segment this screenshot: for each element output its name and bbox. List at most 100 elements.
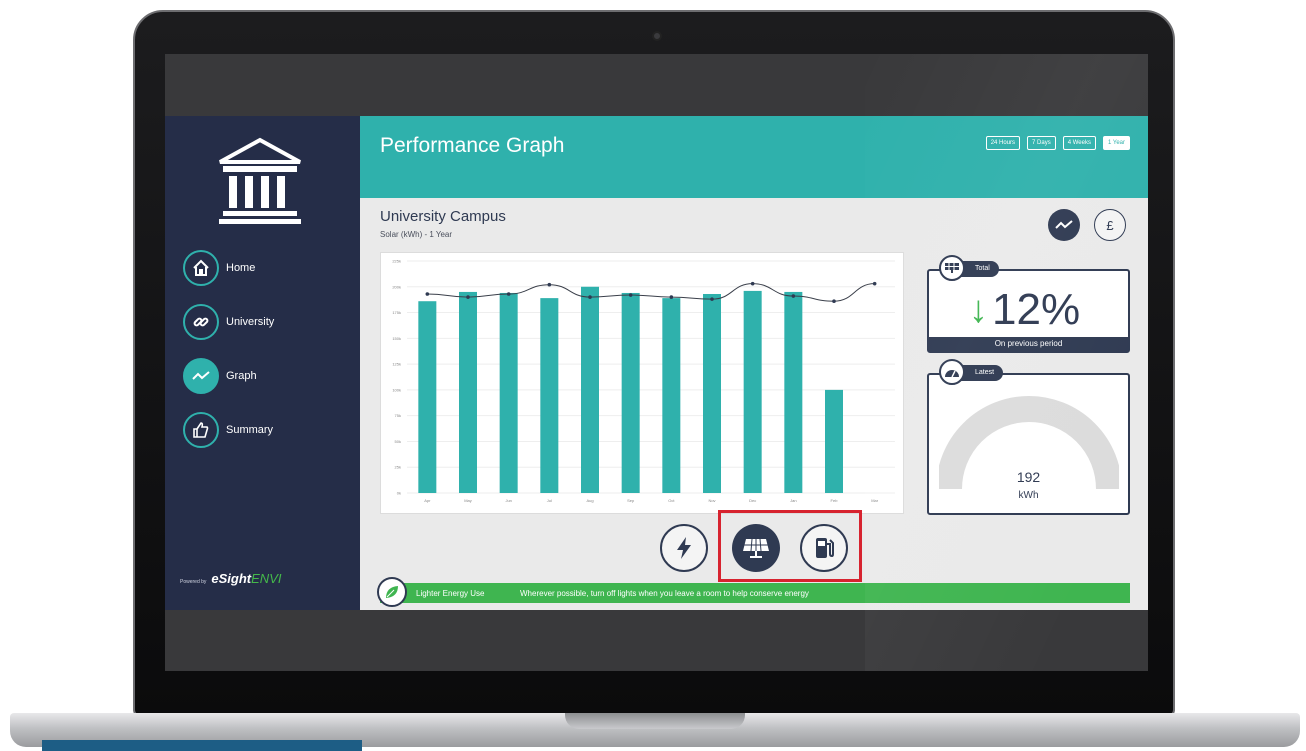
sidebar-item-home[interactable]: Home [183,250,255,286]
electricity-button[interactable] [660,524,708,572]
bar-jun[interactable] [499,292,518,493]
fuel-button[interactable] [800,524,848,572]
line-graph-icon [183,358,219,394]
bar-feb[interactable] [825,389,843,493]
trend-point-mar [872,281,877,286]
campus-title: University Campus [380,208,506,225]
brand-suffix: ENVI [251,571,282,586]
x-tick-label: Sep [627,498,635,503]
tip-bar: Lighter Energy Use Wherever possible, tu… [377,577,1130,607]
trend-point-nov [710,297,714,301]
sidebar-item-university[interactable]: University [183,304,274,340]
x-tick-label: Aug [586,498,593,503]
bar-nov[interactable] [703,293,721,493]
trend-point-oct [669,295,674,299]
latest-card: Latest 192 kWh [927,359,1130,515]
fuel-pump-icon [816,538,834,558]
y-tick-label: 125k [392,362,401,367]
sidebar-item-label: University [226,316,275,328]
total-value: ↓ 12% [969,287,1080,333]
range-4-weeks-button[interactable]: 4 Weeks [1062,136,1096,150]
thumbs-up-icon [183,412,219,448]
sidebar-item-label: Graph [226,370,257,382]
total-tag: Total [939,255,999,281]
y-tick-label: 25k [395,465,401,470]
x-tick-label: Jun [505,498,511,503]
total-card: Total ↓ 12% On previous period [927,255,1130,353]
solar-panel-icon [743,538,769,558]
x-tick-label: Nov [708,498,715,503]
graph-view-button[interactable] [1048,209,1080,241]
total-footer: On previous period [929,337,1128,351]
y-tick-label: 0k [397,491,401,496]
leaf-icon [377,577,407,607]
latest-tag-label: Latest [975,369,995,376]
x-tick-label: Jul [547,498,552,503]
x-tick-label: Apr [424,498,431,503]
solar-button[interactable] [732,524,780,572]
speedometer-icon [939,359,965,385]
app-window: Home University Graph Summary Powered by… [165,116,1148,610]
bar-dec[interactable] [743,290,762,493]
total-percent: 12% [992,285,1081,334]
sidebar-item-summary[interactable]: Summary [183,412,273,448]
line-graph-icon [1055,220,1073,229]
x-tick-label: Feb [831,498,839,503]
base-shadow [42,740,362,751]
y-tick-label: 175k [392,310,401,315]
latest-tag: Latest [939,359,1004,385]
y-tick-label: 100k [392,387,401,392]
down-arrow-icon: ↓ [969,289,988,331]
bar-sep[interactable] [621,292,640,493]
trend-point-dec [750,281,755,286]
bar-aug[interactable] [581,286,599,493]
total-tag-label: Total [975,265,990,272]
sidebar-item-graph[interactable]: Graph [183,358,257,394]
bar-apr[interactable] [418,301,437,493]
sidebar-item-label: Home [226,262,256,274]
solar-panel-icon [939,255,965,281]
performance-chart: 0k 25k 50k 75k 100k 125k 150k 175k 200k 225k Apr Ma… [380,252,904,514]
laptop-notch [565,713,745,729]
x-tick-label: Mar [871,498,879,503]
pound-icon: £ [1106,217,1114,233]
page-title: Performance Graph [380,134,565,157]
header: Performance Graph 24 Hours 7 Days 4 Week… [360,116,1148,198]
x-tick-label: Jan [790,498,796,503]
house-icon [183,250,219,286]
y-tick-label: 50k [395,439,401,444]
trend-point-jan [791,294,796,298]
trend-point-aug [588,295,592,299]
trend-point-sep [628,293,633,297]
main-panel: Performance Graph 24 Hours 7 Days 4 Week… [360,116,1148,610]
trend-point-apr [425,292,430,296]
bar-oct[interactable] [662,298,681,493]
range-24-hours-button[interactable]: 24 Hours [985,136,1021,150]
range-7-days-button[interactable]: 7 Days [1027,136,1056,150]
sidebar-item-label: Summary [226,424,274,436]
x-tick-label: Dec [749,498,756,503]
y-tick-label: 75k [395,413,401,418]
brand-name: eSight [211,571,252,586]
university-building-icon [219,137,301,224]
camera [652,31,662,41]
cost-view-button[interactable]: £ [1094,209,1126,241]
lightning-icon [677,537,691,559]
bar-may[interactable] [459,291,477,493]
tip-title: Lighter Energy Use [416,589,485,598]
y-tick-label: 150k [392,336,401,341]
y-tick-label: 200k [392,284,401,289]
x-tick-label: May [464,498,472,503]
bar-jan[interactable] [784,291,803,493]
link-icon [183,304,219,340]
range-1-year-button[interactable]: 1 Year [1102,136,1130,150]
trend-point-feb [832,299,836,304]
campus-subtitle: Solar (kWh) - 1 Year [380,230,453,239]
sidebar: Home University Graph Summary Powered by… [165,116,360,610]
trend-point-jul [547,282,552,287]
tip-text: Wherever possible, turn off lights when … [520,589,809,598]
trend-point-jun [506,292,511,296]
bar-chart: 0k 25k 50k 75k 100k 125k 150k 175k 200k 225k Apr Ma… [392,259,895,503]
powered-by: Powered by eSight ENVI [180,571,281,586]
bar-jul[interactable] [540,298,559,493]
